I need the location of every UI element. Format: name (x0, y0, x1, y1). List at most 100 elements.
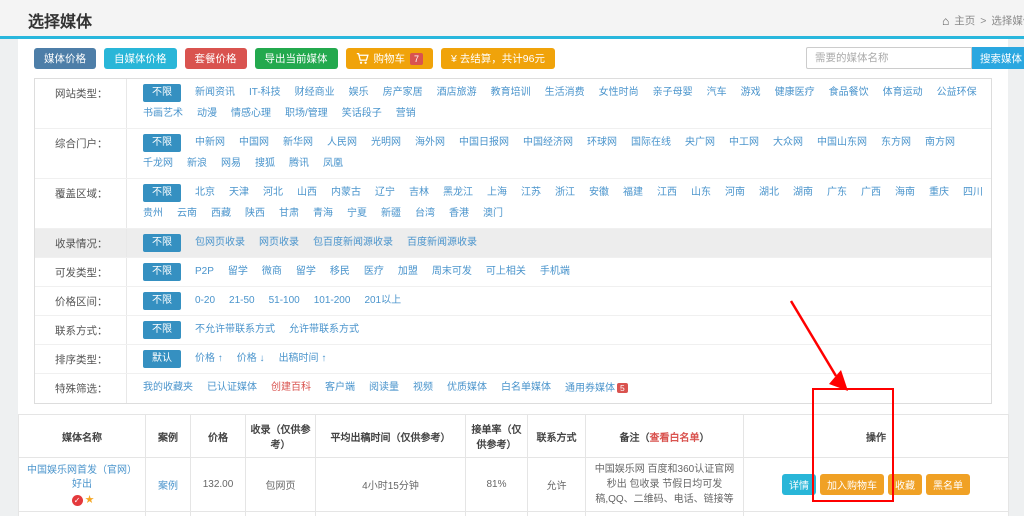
toolbar-button-5[interactable]: 购物车7 (346, 48, 434, 69)
filter-option[interactable]: 新华网 (283, 134, 313, 152)
filter-option[interactable]: 江西 (657, 184, 677, 202)
filter-option[interactable]: 搜狐 (255, 155, 275, 173)
filter-option[interactable]: 创建百科 (271, 379, 311, 397)
filter-option[interactable]: 通用券媒体5 (565, 379, 628, 398)
filter-option[interactable]: 包百度新闻源收录 (313, 234, 393, 252)
filter-option[interactable]: 周末可发 (432, 263, 472, 281)
filter-option[interactable]: 中新网 (195, 134, 225, 152)
filter-option[interactable]: 新闻资讯 (195, 84, 235, 102)
filter-option[interactable]: 南方网 (925, 134, 955, 152)
add-button[interactable]: 加入购物车 (820, 474, 884, 495)
filter-option[interactable]: 客户端 (325, 379, 355, 397)
filter-option[interactable]: 不限 (143, 184, 181, 202)
filter-option[interactable]: 可上相关 (486, 263, 526, 281)
toolbar-button-3[interactable]: 套餐价格 (185, 48, 247, 69)
filter-option[interactable]: 千龙网 (143, 155, 173, 173)
filter-option[interactable]: 默认 (143, 350, 181, 368)
filter-option[interactable]: 福建 (623, 184, 643, 202)
filter-option[interactable]: 云南 (177, 205, 197, 223)
case-link[interactable]: 案例 (158, 481, 178, 492)
filter-option[interactable]: 海外网 (415, 134, 445, 152)
filter-option[interactable]: 四川 (963, 184, 983, 202)
filter-option[interactable]: 东方网 (881, 134, 911, 152)
filter-option[interactable]: 江苏 (521, 184, 541, 202)
filter-option[interactable]: 环球网 (587, 134, 617, 152)
filter-option[interactable]: 营销 (396, 105, 416, 123)
filter-option[interactable]: 青海 (313, 205, 333, 223)
filter-option[interactable]: 汽车 (707, 84, 727, 102)
filter-option[interactable]: 光明网 (371, 134, 401, 152)
filter-option[interactable]: 河北 (263, 184, 283, 202)
filter-option[interactable]: 新疆 (381, 205, 401, 223)
filter-option[interactable]: 中国网 (239, 134, 269, 152)
filter-option[interactable]: 笑话段子 (342, 105, 382, 123)
filter-option[interactable]: 中国经济网 (523, 134, 573, 152)
filter-option[interactable]: 不限 (143, 234, 181, 252)
filter-option[interactable]: 移民 (330, 263, 350, 281)
filter-option[interactable]: 上海 (487, 184, 507, 202)
filter-option[interactable]: 海南 (895, 184, 915, 202)
filter-option[interactable]: 允许带联系方式 (289, 321, 359, 339)
filter-option[interactable]: 留学 (228, 263, 248, 281)
filter-option[interactable]: 广东 (827, 184, 847, 202)
toolbar-button-1[interactable]: 媒体价格 (34, 48, 96, 69)
filter-option[interactable]: 中国日报网 (459, 134, 509, 152)
search-input[interactable] (806, 47, 972, 69)
filter-option[interactable]: 辽宁 (375, 184, 395, 202)
toolbar-button-4[interactable]: 导出当前媒体 (255, 48, 338, 69)
breadcrumb-home[interactable]: 主页 (954, 13, 975, 28)
filter-option[interactable]: IT-科技 (249, 84, 281, 102)
filter-option[interactable]: 不限 (143, 134, 181, 152)
filter-option[interactable]: 中国山东网 (817, 134, 867, 152)
filter-option[interactable]: 生活消费 (545, 84, 585, 102)
detail-button[interactable]: 详情 (782, 474, 816, 495)
filter-option[interactable]: 娱乐 (349, 84, 369, 102)
filter-option[interactable]: 不限 (143, 263, 181, 281)
filter-option[interactable]: 安徽 (589, 184, 609, 202)
filter-option[interactable]: 微商 (262, 263, 282, 281)
black-button[interactable]: 黑名单 (926, 474, 970, 495)
filter-option[interactable]: 职场/管理 (285, 105, 328, 123)
filter-option[interactable]: 国际在线 (631, 134, 671, 152)
filter-option[interactable]: 不限 (143, 84, 181, 102)
filter-option[interactable]: 游戏 (741, 84, 761, 102)
filter-option[interactable]: 体育运动 (883, 84, 923, 102)
filter-option[interactable]: 房产家居 (383, 84, 423, 102)
filter-option[interactable]: 51-100 (269, 292, 300, 310)
filter-option[interactable]: 视频 (413, 379, 433, 397)
filter-option[interactable]: 食品餐饮 (829, 84, 869, 102)
filter-option[interactable]: 网易 (221, 155, 241, 173)
filter-option[interactable]: 大众网 (773, 134, 803, 152)
filter-option[interactable]: 财经商业 (295, 84, 335, 102)
filter-option[interactable]: 中工网 (729, 134, 759, 152)
filter-option[interactable]: 包网页收录 (195, 234, 245, 252)
filter-option[interactable]: 浙江 (555, 184, 575, 202)
filter-option[interactable]: 女性时尚 (599, 84, 639, 102)
filter-option[interactable]: 201以上 (364, 292, 401, 310)
filter-option[interactable]: 新浪 (187, 155, 207, 173)
filter-option[interactable]: 不限 (143, 292, 181, 310)
filter-option[interactable]: 西藏 (211, 205, 231, 223)
filter-option[interactable]: 北京 (195, 184, 215, 202)
filter-option[interactable]: 人民网 (327, 134, 357, 152)
filter-option[interactable]: 山东 (691, 184, 711, 202)
filter-option[interactable]: 酒店旅游 (437, 84, 477, 102)
filter-option[interactable]: 已认证媒体 (207, 379, 257, 397)
filter-option[interactable]: 甘肃 (279, 205, 299, 223)
filter-option[interactable]: 百度新闻源收录 (407, 234, 477, 252)
filter-option[interactable]: 手机端 (540, 263, 570, 281)
filter-option[interactable]: 公益环保 (937, 84, 977, 102)
filter-option[interactable]: 价格 ↑ (195, 350, 223, 368)
filter-option[interactable]: 教育培训 (491, 84, 531, 102)
toolbar-button-2[interactable]: 自媒体价格 (104, 48, 177, 69)
filter-option[interactable]: 阅读量 (369, 379, 399, 397)
filter-option[interactable]: 凤凰 (323, 155, 343, 173)
filter-option[interactable]: 优质媒体 (447, 379, 487, 397)
filter-option[interactable]: 陕西 (245, 205, 265, 223)
filter-option[interactable]: 健康医疗 (775, 84, 815, 102)
filter-option[interactable]: 湖北 (759, 184, 779, 202)
filter-option[interactable]: 亲子母婴 (653, 84, 693, 102)
filter-option[interactable]: 医疗 (364, 263, 384, 281)
filter-option[interactable]: 我的收藏夹 (143, 379, 193, 397)
filter-option[interactable]: 出稿时间 ↑ (279, 350, 327, 368)
